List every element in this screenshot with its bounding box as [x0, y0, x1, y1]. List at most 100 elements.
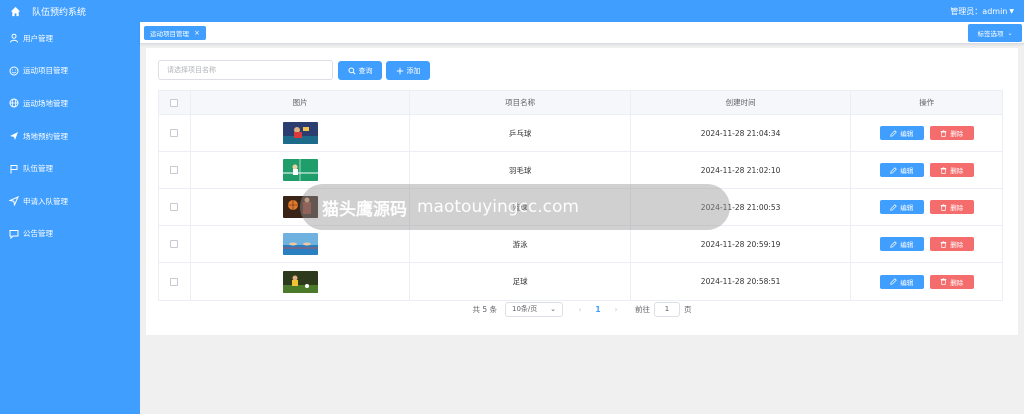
edit-icon — [890, 166, 897, 174]
sidebar-item-sports[interactable]: 运动项目管理 — [0, 55, 140, 88]
sidebar-item-label: 申请入队管理 — [23, 196, 68, 206]
edit-icon — [890, 129, 897, 137]
tab-sports-management[interactable]: 运动项目管理 × — [144, 26, 206, 40]
edit-icon — [890, 278, 897, 285]
sport-thumbnail — [282, 122, 318, 144]
delete-button[interactable]: 删除 — [929, 163, 974, 177]
delete-button[interactable]: 删除 — [929, 126, 974, 140]
location-icon — [8, 196, 19, 207]
edit-label: 编辑 — [900, 241, 914, 249]
row-checkbox[interactable] — [170, 129, 179, 137]
goto-suffix: 页 — [684, 304, 692, 314]
flag-icon — [8, 163, 19, 174]
edit-label: 编辑 — [900, 204, 914, 212]
header-time: 创建时间 — [631, 91, 852, 114]
tab-label: 运动项目管理 — [150, 30, 189, 38]
row-checkbox[interactable] — [170, 166, 179, 174]
edit-icon — [890, 203, 897, 211]
search-button[interactable]: 查询 — [338, 61, 382, 80]
delete-button[interactable]: 删除 — [929, 200, 974, 214]
edit-button[interactable]: 编辑 — [879, 126, 924, 140]
row-checkbox[interactable] — [170, 203, 179, 211]
row-checkbox[interactable] — [170, 240, 179, 248]
sidebar-item-label: 运动场地管理 — [23, 98, 68, 108]
watermark-overlay: 猫头鹰源码 maotouyingcc.com — [300, 184, 730, 230]
plus-icon — [396, 67, 404, 75]
sidebar-item-venues[interactable]: 运动场地管理 — [0, 87, 140, 120]
header-actions: 操作 — [919, 98, 935, 107]
add-button-label: 添加 — [406, 66, 421, 75]
row-checkbox[interactable] — [170, 277, 179, 286]
goto-page-input[interactable] — [654, 301, 681, 317]
delete-label: 删除 — [950, 204, 964, 212]
edit-button[interactable]: 编辑 — [879, 200, 924, 214]
delete-button[interactable]: 删除 — [929, 274, 974, 289]
page-number-current[interactable]: 1 — [587, 305, 609, 314]
delete-button[interactable]: 删除 — [929, 237, 974, 251]
sidebar-item-label: 场地预约管理 — [23, 131, 68, 141]
search-input[interactable] — [158, 60, 333, 80]
admin-menu[interactable]: 管理员：admin ▼ — [950, 0, 1014, 22]
admin-label: 管理员：admin — [950, 6, 1008, 16]
delete-label: 删除 — [950, 241, 964, 249]
actions-cell: 编辑 删除 — [851, 226, 1002, 262]
trash-icon — [940, 166, 947, 174]
trash-icon — [940, 129, 947, 137]
prev-page-icon[interactable]: ‹ — [573, 305, 587, 314]
pagination-total: 共 5 条 — [472, 304, 498, 314]
chat-icon — [8, 228, 19, 239]
top-bar: 队伍预约系统 管理员：admin ▼ — [0, 0, 1024, 22]
name-cell: 游泳 — [410, 226, 631, 262]
trash-icon — [940, 203, 947, 211]
edit-label: 编辑 — [900, 278, 914, 287]
sidebar-item-label: 公告管理 — [23, 229, 53, 239]
tab-options-label: 标签选项 — [977, 30, 1004, 38]
close-icon[interactable]: × — [194, 29, 200, 37]
image-cell — [191, 115, 411, 151]
edit-icon — [890, 240, 897, 248]
row-check-cell — [159, 263, 191, 300]
sidebar-item-teams[interactable]: 队伍管理 — [0, 152, 140, 185]
sidebar-item-users[interactable]: 用户管理 — [0, 22, 140, 55]
tabs-bar: 运动项目管理 × 标签选项 ⌄ — [140, 22, 1024, 44]
page-size-select[interactable]: 10条/页 ⌄ — [505, 301, 564, 317]
chevron-down-icon: ⌄ — [550, 305, 557, 313]
goto-label: 前往 — [635, 304, 651, 314]
sidebar-item-announcements[interactable]: 公告管理 — [0, 218, 140, 251]
image-cell — [191, 263, 411, 300]
edit-button[interactable]: 编辑 — [879, 274, 924, 289]
delete-label: 删除 — [950, 167, 964, 175]
search-icon — [347, 66, 356, 75]
name-cell: 羽毛球 — [410, 152, 631, 188]
smile-icon — [8, 65, 19, 76]
tab-options-button[interactable]: 标签选项 ⌄ — [968, 24, 1022, 42]
sport-thumbnail — [282, 159, 318, 181]
edit-button[interactable]: 编辑 — [879, 163, 924, 177]
header-name: 项目名称 — [410, 91, 631, 114]
next-page-icon[interactable]: › — [609, 305, 623, 314]
actions-cell: 编辑 删除 — [851, 152, 1002, 188]
sidebar: 用户管理 运动项目管理 运动场地管理 场地预约管理 队伍管理 申请入队管理 公告… — [0, 22, 140, 414]
select-all-checkbox[interactable] — [170, 98, 179, 107]
sidebar-item-join-requests[interactable]: 申请入队管理 — [0, 185, 140, 218]
trash-icon — [940, 278, 947, 285]
watermark-brand: 猫头鹰源码 — [322, 199, 407, 220]
actions-cell: 编辑 删除 — [851, 189, 1002, 225]
time-cell: 2024-11-28 20:59:19 — [631, 226, 852, 262]
sidebar-item-reservations[interactable]: 场地预约管理 — [0, 120, 140, 153]
table-row: 足球 2024-11-28 20:58:51 编辑 删除 — [159, 263, 1002, 300]
sport-thumbnail — [282, 233, 318, 255]
globe-icon — [8, 98, 19, 109]
home-icon[interactable] — [8, 4, 22, 18]
edit-button[interactable]: 编辑 — [879, 237, 924, 251]
delete-label: 删除 — [950, 278, 964, 287]
name-cell: 足球 — [410, 263, 631, 300]
add-button[interactable]: 添加 — [386, 61, 430, 80]
image-cell — [191, 152, 411, 188]
user-icon — [8, 33, 19, 44]
row-check-cell — [159, 152, 191, 188]
page-size-value: 10条/页 — [512, 305, 538, 313]
row-check-cell — [159, 226, 191, 262]
header-image: 图片 — [191, 91, 411, 114]
sport-thumbnail — [282, 270, 318, 293]
